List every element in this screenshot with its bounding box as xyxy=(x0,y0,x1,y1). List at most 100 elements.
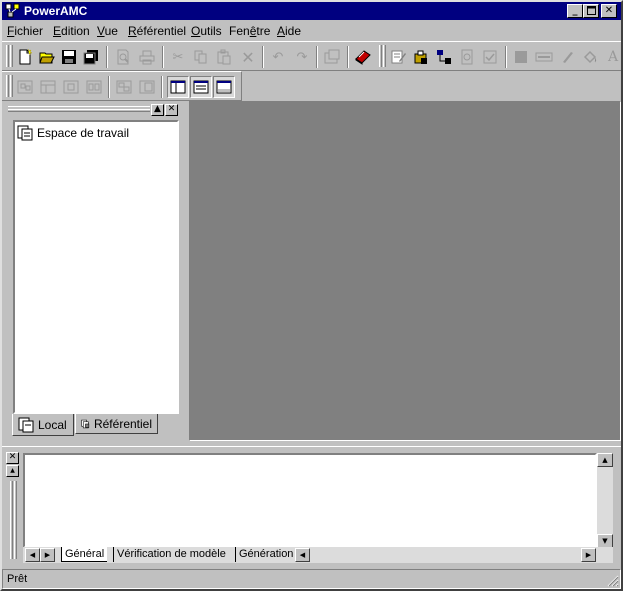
toolbar-grip[interactable] xyxy=(6,75,9,97)
output-text-area[interactable] xyxy=(23,453,597,548)
hierarchy-button[interactable] xyxy=(433,46,455,68)
view-tool-5-button[interactable] xyxy=(113,76,135,98)
tree-item-label: Espace de travail xyxy=(37,126,130,140)
hscroll-right-button[interactable]: ▶ xyxy=(581,548,596,562)
triangle-right-icon: ▶ xyxy=(44,551,51,559)
view-tool-6-button[interactable] xyxy=(136,76,158,98)
print-preview-button[interactable] xyxy=(112,46,134,68)
redo-icon: ↷ xyxy=(296,49,308,65)
view-tool-3-button[interactable] xyxy=(60,76,82,98)
workspace-icon xyxy=(17,125,33,141)
cut-button[interactable]: ✂ xyxy=(167,46,189,68)
check-model-button[interactable] xyxy=(479,46,501,68)
status-text: Prêt xyxy=(7,573,28,585)
poweramc-app-icon[interactable] xyxy=(5,3,21,19)
status-bar: Prêt xyxy=(2,569,621,589)
close-button[interactable]: ✕ xyxy=(601,4,617,18)
scroll-up-button[interactable]: ▲ xyxy=(597,453,613,467)
new-file-button[interactable] xyxy=(14,46,36,68)
output-tab-general[interactable]: Général xyxy=(61,547,108,562)
workspace-area[interactable] xyxy=(189,101,621,441)
output-grip[interactable] xyxy=(10,481,13,559)
tab-referentiel[interactable]: Référentiel xyxy=(75,414,158,434)
pane-grip[interactable] xyxy=(8,109,150,112)
toolbar-grip[interactable] xyxy=(10,75,13,97)
hierarchy-icon xyxy=(437,50,451,64)
refresh-button[interactable] xyxy=(456,46,478,68)
fill-color-button[interactable] xyxy=(510,46,532,68)
standard-toolbar: ✂ ✕ ↶ ↷ A xyxy=(2,41,621,71)
menu-edition[interactable]: Edition xyxy=(53,24,90,38)
menu-fichier[interactable]: Fichier xyxy=(7,24,43,38)
delete-button[interactable]: ✕ xyxy=(237,46,259,68)
tab-scroll-right-button[interactable]: ▶ xyxy=(40,548,55,562)
save-button[interactable] xyxy=(58,46,80,68)
properties-button[interactable] xyxy=(321,46,343,68)
view-tool-2-button[interactable] xyxy=(37,76,59,98)
toolbar-grip[interactable] xyxy=(383,45,386,67)
triangle-left-icon: ◀ xyxy=(29,551,36,559)
paint-button[interactable] xyxy=(579,46,601,68)
result-panel-icon xyxy=(216,80,232,94)
copy-button[interactable] xyxy=(190,46,212,68)
properties-icon xyxy=(324,49,340,64)
toolbar-separator xyxy=(162,46,164,68)
output-tab-verification-label: Vérification de modèle xyxy=(117,548,226,560)
maximize-button[interactable] xyxy=(583,4,599,18)
browser-toggle-button[interactable] xyxy=(167,76,189,98)
edit-model-button[interactable] xyxy=(387,46,409,68)
paste-button[interactable] xyxy=(213,46,235,68)
result-toggle-button[interactable] xyxy=(213,76,235,98)
print-button[interactable] xyxy=(136,46,158,68)
output-grip[interactable] xyxy=(14,481,17,559)
menu-vue[interactable]: Vue xyxy=(97,24,118,38)
open-button[interactable] xyxy=(36,46,58,68)
redo-button[interactable]: ↷ xyxy=(291,46,313,68)
view-tool-4-button[interactable] xyxy=(83,76,105,98)
local-workspace-icon xyxy=(18,417,34,432)
line-style-button[interactable] xyxy=(533,46,555,68)
view-tool-1-button[interactable] xyxy=(14,76,36,98)
new-file-icon xyxy=(19,49,33,65)
font-button[interactable]: A xyxy=(602,46,623,68)
tree-item-workspace[interactable]: Espace de travail xyxy=(17,125,129,141)
menu-referentiel[interactable]: Référentiel xyxy=(128,24,186,38)
resize-grip-icon[interactable] xyxy=(606,574,619,587)
browser-panel-icon xyxy=(170,80,186,94)
hscroll-left-button[interactable]: ◀ xyxy=(295,548,310,562)
menu-outils[interactable]: Outils xyxy=(191,24,222,38)
triangle-right-icon: ▶ xyxy=(585,551,592,559)
output-pane: ✕ ▲ ▲ ▼ ◀ ▶ Général Vérification de modè… xyxy=(2,446,621,566)
output-tab-verification[interactable]: Vérification de modèle xyxy=(113,547,229,562)
tab-local[interactable]: Local xyxy=(12,414,74,436)
browser-tree[interactable]: Espace de travail xyxy=(13,120,179,414)
toolbar-grip[interactable] xyxy=(6,45,9,67)
menu-fenetre[interactable]: Fenêtre xyxy=(229,24,270,38)
undo-button[interactable]: ↶ xyxy=(267,46,289,68)
minimize-button[interactable]: _ xyxy=(567,4,583,18)
toolbar-grip[interactable] xyxy=(379,45,382,67)
pen-button[interactable] xyxy=(556,46,578,68)
output-toggle-button[interactable] xyxy=(190,76,212,98)
title-bar[interactable]: PowerAMC _ ✕ xyxy=(2,2,621,20)
close-icon: ✕ xyxy=(8,452,17,462)
pane-close-button[interactable]: ✕ xyxy=(165,104,178,116)
scroll-down-button[interactable]: ▼ xyxy=(597,534,613,548)
save-all-button[interactable] xyxy=(80,46,102,68)
output-close-button[interactable]: ✕ xyxy=(6,452,19,464)
menu-outils-label: utils xyxy=(200,24,222,38)
browser-pane: ▲ ✕ Espace de travail Local Référentiel xyxy=(4,101,188,441)
pane-maximize-button[interactable]: ▲ xyxy=(151,104,164,116)
output-tab-generation[interactable]: Génération xyxy=(235,547,295,562)
tab-referentiel-label: Référentiel xyxy=(93,416,152,431)
triangle-up-icon: ▲ xyxy=(602,456,608,464)
check-package-button[interactable] xyxy=(410,46,432,68)
tab-scroll-left-button[interactable]: ◀ xyxy=(25,548,40,562)
output-vertical-scrollbar[interactable]: ▲ ▼ xyxy=(597,453,613,548)
menu-aide[interactable]: Aide xyxy=(277,24,301,38)
help-book-button[interactable] xyxy=(352,46,374,68)
toolbar-grip[interactable] xyxy=(10,45,13,67)
output-maximize-button[interactable]: ▲ xyxy=(6,465,19,477)
window-arrange-icon xyxy=(116,80,132,94)
help-book-icon xyxy=(355,50,371,65)
